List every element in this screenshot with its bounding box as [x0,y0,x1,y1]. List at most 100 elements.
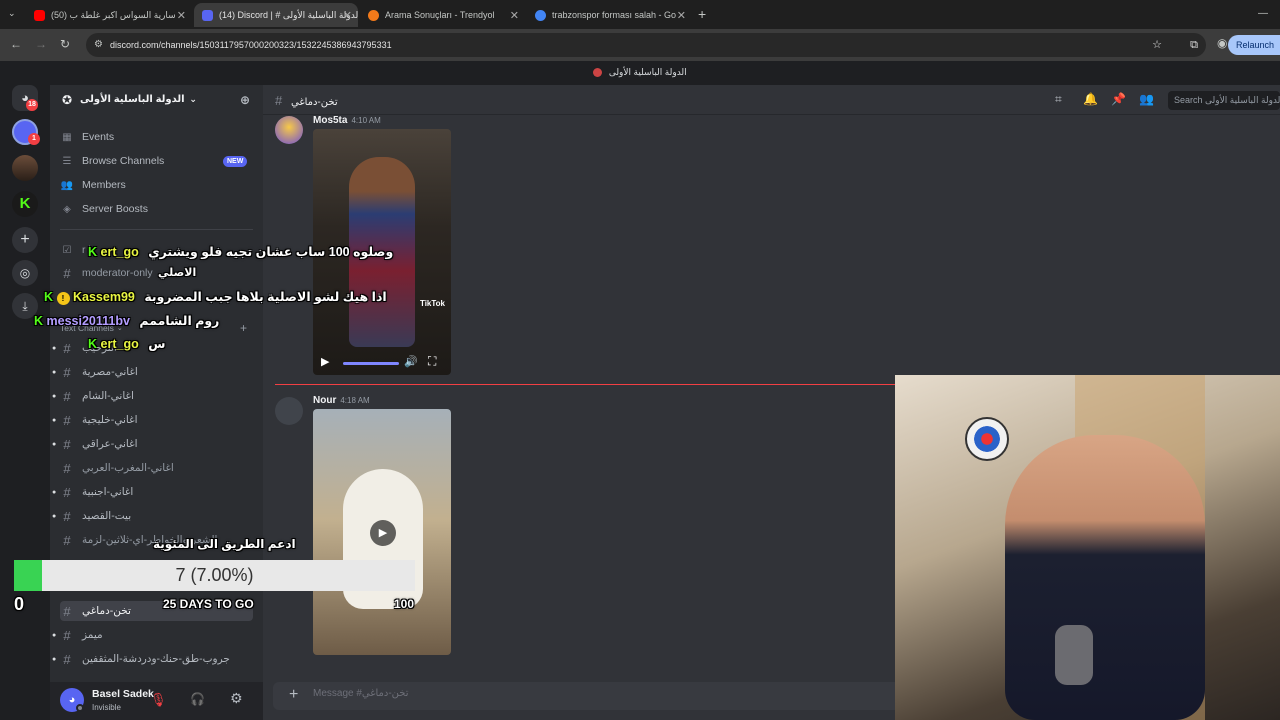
mic-muted-icon[interactable]: 🎙 [150,692,167,708]
tab-title: Arama Sonuçları - Trendyol [385,10,495,20]
trendyol-icon [368,9,379,21]
channel-item[interactable]: ● # اغاني-اجنبية [52,482,133,502]
unread-dot-icon: ● [52,368,57,376]
channel-item[interactable]: ● # اغاني-مصرية [52,362,138,382]
browser-tab-bar: ⌄ (50) سارية السواس اكبر غلطة ب ✕ (14) D… [0,0,1280,29]
hash-icon: # [63,388,71,404]
threads-icon[interactable]: ⌗ [1055,92,1062,107]
new-tab-icon[interactable]: + [698,6,706,22]
channel-item[interactable]: ● # بيت-القصيد [52,506,132,526]
bookmark-star-icon[interactable]: ☆ [1152,33,1162,57]
message-time: 4:10 AM [351,116,381,125]
close-icon[interactable]: ✕ [677,9,686,22]
extensions-icon[interactable]: ⧉ [1190,33,1198,57]
divider [60,229,253,230]
forward-icon[interactable]: → [35,37,47,51]
fullscreen-icon[interactable]: ⛶ [428,354,436,369]
address-bar[interactable]: ⚙ discord.com/channels/15031179570002003… [86,33,1206,57]
avatar[interactable] [275,116,303,144]
chat-line: K ert_go س [88,336,165,351]
unread-dot-icon: ● [52,488,57,496]
server-icon[interactable] [12,155,38,181]
chat-text: وصلوه 100 ساب عشان تجيه فلو ويشتري [148,245,394,259]
attach-plus-icon[interactable]: + [289,686,298,704]
volume-icon[interactable]: 🔊 [404,355,418,368]
close-icon[interactable]: ✕ [177,9,186,22]
profile-icon[interactable]: ◉ [1217,36,1227,50]
search-input[interactable]: Search الدولة الباسلية الأولى [1168,91,1280,110]
bell-icon[interactable]: 🔔 [1083,92,1098,106]
nav-item-members[interactable]: 👥 Members [60,175,126,195]
channel-moderator-only[interactable]: # moderator-only [60,263,153,283]
channel-label: بيت-القصيد [82,510,132,522]
gear-icon[interactable]: ⚙ [230,690,243,707]
channel-item[interactable]: ● # اغاني-خليجية [52,410,138,430]
avatar[interactable] [275,397,303,425]
channel-item[interactable]: ● # ميمز [52,625,103,645]
video-attachment[interactable]: ▶ [313,409,451,655]
server-avatar-icon [593,68,603,78]
author-name: Mos5ta [313,115,348,126]
nav-item-events[interactable]: ▦ Events [60,127,114,147]
message-author[interactable]: Nour 4:18 AM [313,395,370,406]
add-server-icon[interactable]: + [12,227,38,253]
discover-icon[interactable]: ◎ [12,260,38,286]
kick-icon: K [88,337,98,351]
new-messages-divider [275,384,895,385]
streamer-figure [1005,435,1205,720]
back-icon[interactable]: ← [10,37,22,51]
hash-icon: # [63,340,71,356]
unread-dot-icon: ● [52,440,57,448]
close-icon[interactable]: ✕ [343,9,352,22]
minimize-icon[interactable]: — [1258,8,1268,19]
goal-end-value: 100 [394,597,415,611]
headphones-icon[interactable]: 🎧 [190,692,205,706]
hash-icon: # [63,364,71,380]
hash-icon: # [63,532,71,548]
relaunch-button[interactable]: Relaunch [1227,35,1280,55]
chat-line: K messi20111bv روم الشاممم [34,313,219,328]
create-channel-icon[interactable]: + [240,321,247,335]
channel-item[interactable]: ● # اغاني-الشام [52,386,134,406]
channel-item[interactable]: # اغاني-المغرب-العربي [60,458,173,478]
nav-item-browse-channels[interactable]: ☰ Browse Channels [60,151,165,171]
browser-tab-youtube[interactable]: (50) سارية السواس اكبر غلطة ب ✕ [26,3,192,27]
invite-icon[interactable]: ⊕ [240,93,250,107]
browser-tab-discord[interactable]: (14) Discord | # الدولة الباسلية الأولى … [194,3,358,27]
screen: ⌄ (50) سارية السواس اكبر غلطة ب ✕ (14) D… [0,0,1280,720]
nav-item-label: Server Boosts [82,203,148,215]
author-name: Nour [313,395,337,406]
pin-icon[interactable]: 📌 [1111,92,1126,106]
hash-icon: # [63,627,71,643]
channel-label: اغاني-الشام [82,390,134,402]
new-badge: NEW [223,156,248,167]
message-author[interactable]: Mos5ta 4:10 AM [313,115,381,126]
tab-list-icon[interactable]: ⌄ [8,8,16,19]
channel-item[interactable]: ● # جروب-طق-حنك-ودردشة-المثقفين [52,649,230,669]
browser-tab-trendyol[interactable]: Arama Sonuçları - Trendyol ✕ [360,3,525,27]
channel-label: اغاني-مصرية [82,366,138,378]
status-indicator [76,704,84,712]
hash-icon: # [63,436,71,452]
browser-tab-google[interactable]: trabzonspor forması salah - Go ✕ [527,3,692,27]
channel-label: moderator-only [82,267,153,279]
browser-toolbar: ← → ↻ ⚙ discord.com/channels/15031179570… [0,29,1280,61]
unread-dot-icon: ● [52,416,57,424]
play-button[interactable]: ▶ [370,520,396,546]
reload-icon[interactable]: ↻ [60,37,70,51]
kick-server-icon[interactable]: K [12,191,38,217]
server-badge-icon: ✪ [62,93,73,107]
chevron-down-icon: ⌄ [189,94,197,104]
tab-title: (14) Discord | # الدولة الباسلية الأولى [219,9,358,20]
nav-item-server-boosts[interactable]: ◈ Server Boosts [60,199,148,219]
close-icon[interactable]: ✕ [510,9,519,22]
seek-bar[interactable] [343,362,399,365]
hash-icon: # [63,651,71,667]
channel-item[interactable]: ● # اغاني-عراقي [52,434,138,454]
member-list-icon[interactable]: 👥 [1139,92,1154,106]
play-icon[interactable]: ▶ [321,355,329,368]
site-info-icon[interactable]: ⚙ [94,33,103,57]
unread-dot-icon: ● [52,655,57,663]
server-header[interactable]: ✪ الدولة الباسلية الأولى ⌄ ⊕ [50,85,263,115]
user-status: Invisible [92,703,121,712]
